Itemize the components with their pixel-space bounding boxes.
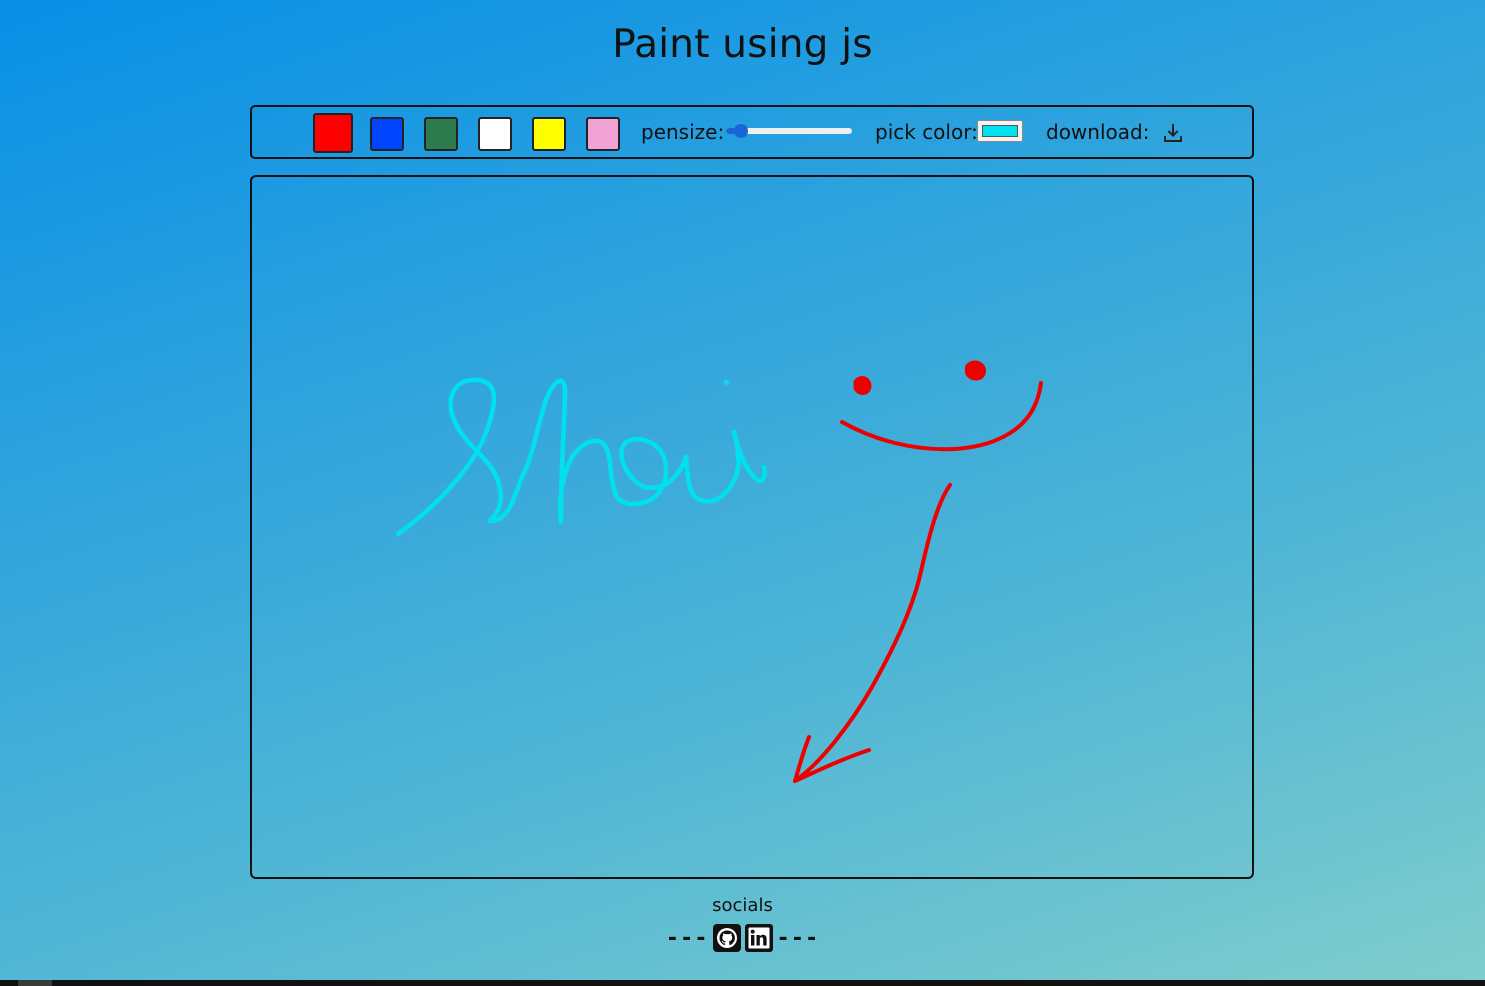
dashes-left: --- — [665, 925, 709, 951]
bottom-bar — [0, 980, 1485, 986]
swatch-pink[interactable] — [586, 117, 620, 151]
swatch-yellow[interactable] — [532, 117, 566, 151]
socials-row: --- --- — [0, 922, 1485, 954]
drawing-canvas[interactable] — [250, 175, 1254, 879]
dashes-right: --- — [776, 925, 820, 951]
github-icon[interactable] — [712, 924, 741, 952]
smiley-mouth-stroke — [840, 381, 1043, 452]
pensize-label: pensize: — [641, 120, 725, 144]
color-picker-input[interactable] — [977, 120, 1023, 142]
linkedin-icon[interactable] — [744, 924, 773, 952]
swatch-red[interactable] — [313, 113, 353, 153]
canvas-drawing — [395, 360, 1043, 783]
swatch-green[interactable] — [424, 117, 458, 151]
socials-label: socials — [712, 895, 773, 916]
handwriting-text-stroke — [395, 377, 767, 537]
smiley-eye-left-stroke — [853, 376, 872, 395]
smiley-eye-right-stroke — [965, 360, 986, 381]
pensize-slider[interactable] — [726, 124, 852, 138]
swatch-blue[interactable] — [370, 117, 404, 151]
arrow-shaft-stroke — [793, 483, 952, 783]
color-picker-swatch — [982, 125, 1018, 137]
pick-color-label: pick color: — [875, 120, 978, 144]
bottom-bar-tab — [18, 980, 52, 986]
slider-thumb[interactable] — [734, 124, 749, 138]
handwriting-dot-stroke — [724, 380, 729, 385]
page-title: Paint using js — [612, 22, 873, 67]
swatch-white[interactable] — [478, 117, 512, 151]
download-label: download: — [1046, 120, 1150, 144]
toolbar: pensize: pick color: download: — [250, 105, 1254, 159]
download-icon[interactable] — [1161, 121, 1185, 145]
